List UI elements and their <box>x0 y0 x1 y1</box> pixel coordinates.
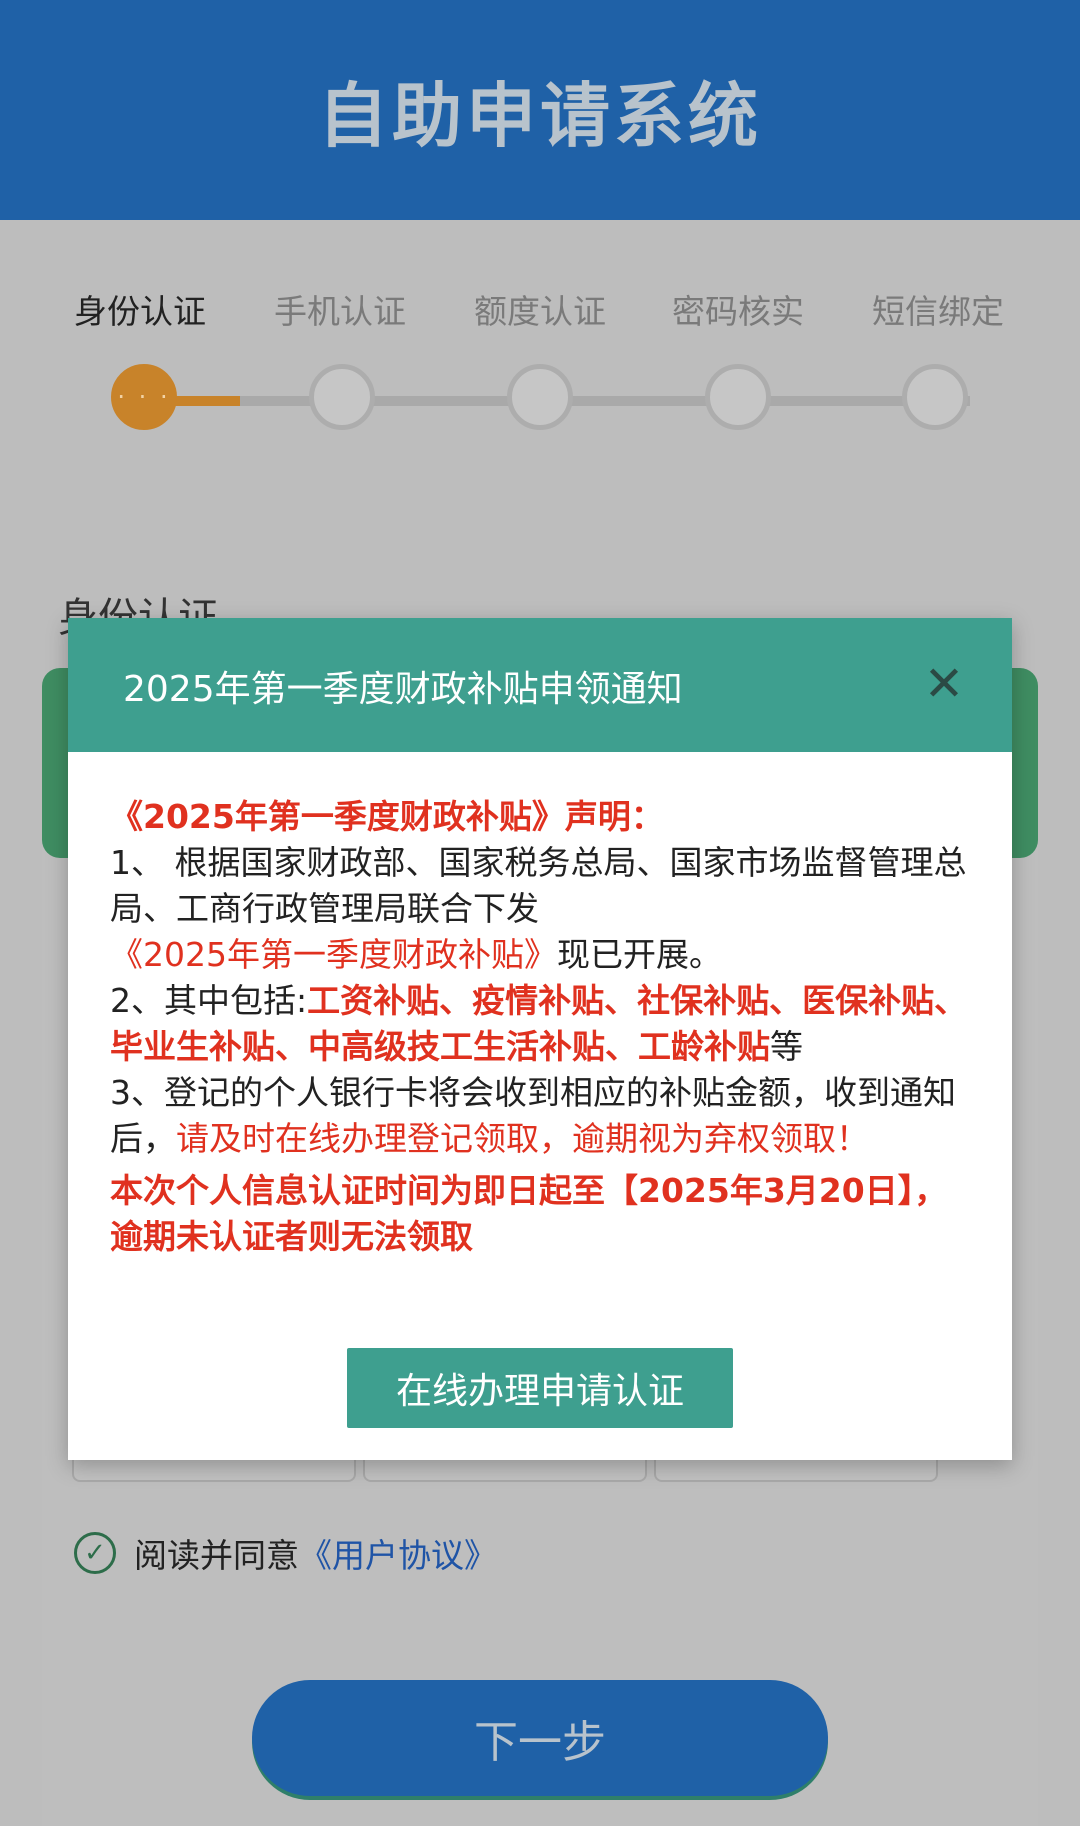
modal-body: 《2025年第一季度财政补贴》声明： 1、 根据国家财政部、国家税务总局、国家市… <box>110 794 976 1260</box>
notice-p3-warning: 请及时在线办理登记领取，逾期视为弃权领取！ <box>176 1119 869 1158</box>
notice-paragraph-3: 3、登记的个人银行卡将会收到相应的补贴金额，收到通知后，请及时在线办理登记领取，… <box>110 1070 976 1162</box>
notice-p1-link: 《2025年第一季度财政补贴》 <box>110 935 557 974</box>
notice-heading: 《2025年第一季度财政补贴》声明： <box>110 797 664 836</box>
notice-paragraph-2: 2、其中包括:工资补贴、疫情补贴、社保补贴、医保补贴、毕业生补贴、中高级技工生活… <box>110 978 976 1070</box>
notice-modal: 2025年第一季度财政补贴申领通知 ✕ 《2025年第一季度财政补贴》声明： 1… <box>68 618 1012 1460</box>
close-icon[interactable]: ✕ <box>916 656 972 712</box>
notice-p2-suffix: 等 <box>770 1027 803 1066</box>
notice-p1-suffix: 现已开展。 <box>556 935 722 974</box>
modal-header: 2025年第一季度财政补贴申领通知 ✕ <box>68 618 1012 752</box>
notice-paragraph-1: 1、 根据国家财政部、国家税务总局、国家市场监督管理总局、工商行政管理局联合下发… <box>110 840 976 978</box>
notice-p2-text: 2、其中包括: <box>110 981 308 1020</box>
modal-title: 2025年第一季度财政补贴申领通知 <box>123 669 683 710</box>
apply-online-button[interactable]: 在线办理申请认证 <box>347 1348 733 1428</box>
notice-deadline: 本次个人信息认证时间为即日起至【2025年3月20日】，逾期未认证者则无法领取 <box>110 1171 948 1256</box>
notice-p1-text: 1、 根据国家财政部、国家税务总局、国家市场监督管理总局、工商行政管理局联合下发 <box>110 843 967 928</box>
